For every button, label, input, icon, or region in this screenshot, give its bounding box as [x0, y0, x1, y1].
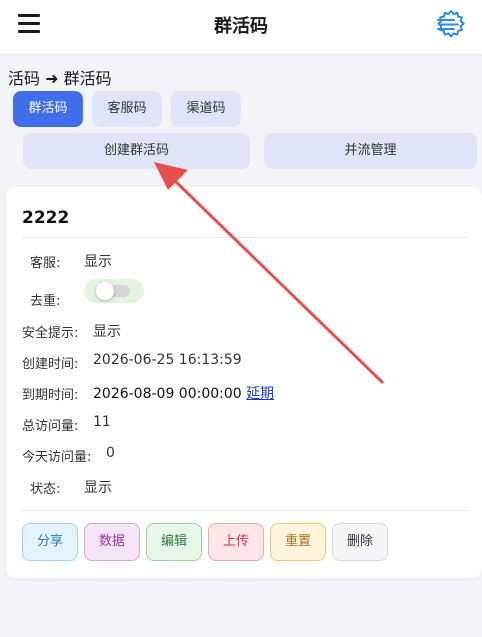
page-title: 群活码: [214, 16, 268, 37]
created-label: 创建时间:: [22, 357, 79, 372]
dedupe-toggle[interactable]: [84, 279, 144, 303]
card-divider-bottom: [22, 510, 468, 511]
service-label: 客服:: [30, 256, 61, 271]
delete-button[interactable]: 删除: [332, 523, 388, 561]
dedupe-label: 去重:: [30, 294, 61, 309]
edit-button[interactable]: 编辑: [146, 523, 202, 561]
today-visits-value: 0: [106, 445, 115, 461]
extend-link[interactable]: 延期: [246, 386, 274, 402]
total-visits-value: 11: [93, 414, 111, 430]
share-button[interactable]: 分享: [22, 523, 78, 561]
today-visits-label: 今天访问量:: [22, 450, 92, 465]
expire-row: 2026-08-09 00:00:00 延期: [93, 383, 274, 403]
total-visits-label: 总访问量:: [22, 419, 79, 434]
tab-channel-code[interactable]: 渠道码: [171, 91, 241, 127]
service-value: 显示: [84, 254, 112, 270]
create-group-code-button[interactable]: 创建群活码: [23, 133, 250, 169]
data-button[interactable]: 数据: [84, 523, 140, 561]
status-value: 显示: [84, 480, 112, 496]
upload-button[interactable]: 上传: [208, 523, 264, 561]
tab-service-code[interactable]: 客服码: [92, 91, 162, 127]
card-divider-top: [22, 237, 468, 238]
tab-group-code[interactable]: 群活码: [13, 91, 83, 127]
breadcrumb: 活码 ➜ 群活码: [8, 69, 112, 88]
safety-label: 安全提示:: [22, 326, 79, 341]
top-bar: 群活码: [0, 0, 482, 54]
group-code-card: 2222 客服: 显示 去重: 安全提示: 显示 创建时间: 2026-06-2…: [6, 187, 482, 578]
status-label: 状态:: [30, 482, 61, 497]
merge-management-button[interactable]: 并流管理: [264, 133, 477, 169]
settings-gear-icon[interactable]: [434, 7, 468, 41]
card-title: 2222: [22, 208, 70, 228]
created-value: 2026-06-25 16:13:59: [93, 352, 242, 368]
toggle-knob: [96, 282, 114, 300]
expire-label: 到期时间:: [22, 388, 79, 403]
reset-button[interactable]: 重置: [270, 523, 326, 561]
expire-value: 2026-08-09 00:00:00: [93, 386, 242, 402]
safety-value: 显示: [93, 324, 121, 340]
